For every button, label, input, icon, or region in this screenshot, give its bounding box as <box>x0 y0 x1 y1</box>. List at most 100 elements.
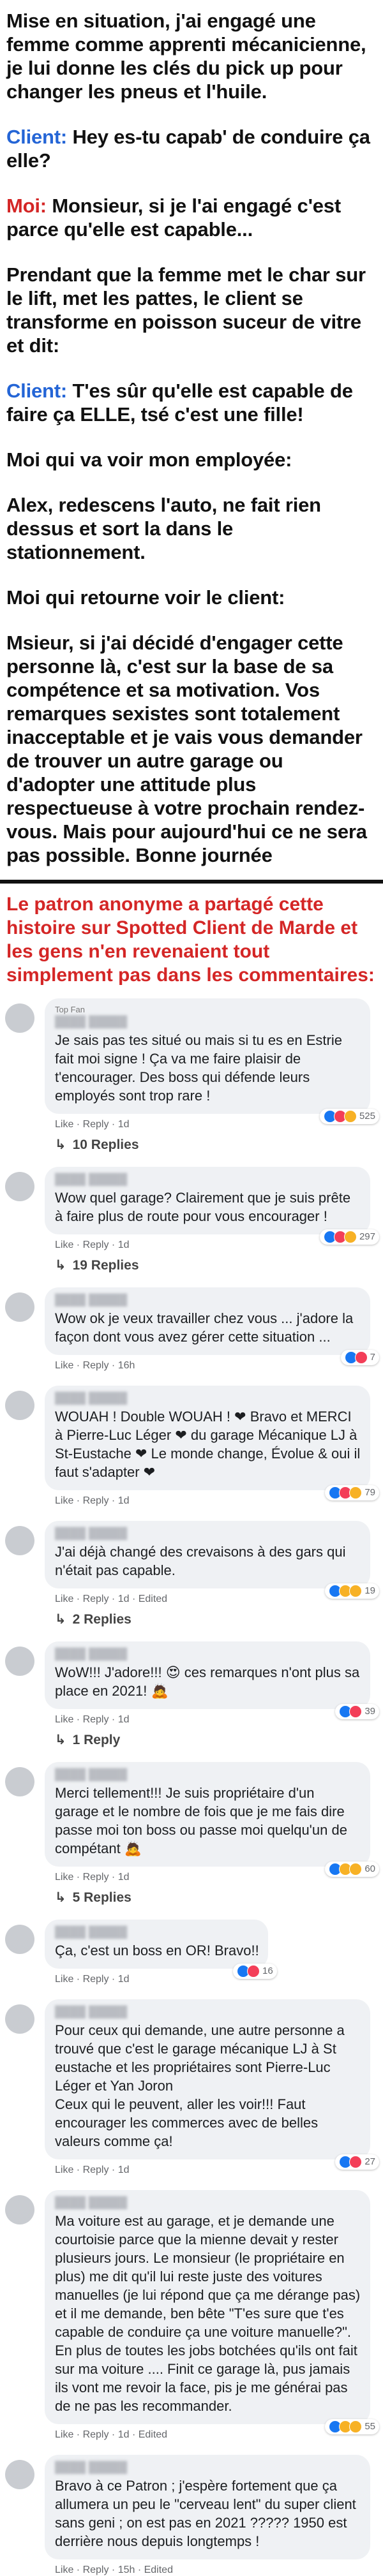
comment-bubble: Top Fan ████ █████ Je sais pas tes situé o… <box>45 998 379 1124</box>
divider <box>0 880 383 884</box>
comment-text: WOUAH ! Double WOUAH ! ❤ Bravo et MERCI … <box>55 1409 361 1480</box>
comment-text: J'ai déjà changé des crevaisons à des ga… <box>55 1544 346 1578</box>
comment-actions[interactable]: Like · Reply · 1d <box>55 2165 377 2176</box>
wow-reaction-icon <box>349 1863 363 1876</box>
avatar[interactable] <box>5 1526 34 1555</box>
commenter-name-redacted[interactable]: ████ █████ <box>55 2006 361 2018</box>
view-replies-link[interactable]: ↳ 1 Reply <box>55 1732 377 1748</box>
comment: ████ █████ Bravo à ce Patron ; j'espère f… <box>5 2455 377 2576</box>
reaction-count: 525 <box>359 1110 375 1121</box>
comment-bubble: ████ █████ WOUAH ! Double WOUAH ! ❤ Bravo… <box>45 1386 379 1500</box>
reaction-summary[interactable]: 16 <box>233 1964 277 1979</box>
avatar[interactable] <box>5 2460 34 2489</box>
avatar[interactable] <box>5 2004 34 2034</box>
view-replies-link[interactable]: ↳ 10 Replies <box>55 1137 377 1153</box>
commenter-name-redacted[interactable]: ████ █████ <box>55 1173 361 1186</box>
reaction-count: 19 <box>364 1585 375 1596</box>
comment-text: Merci tellement!!! Je suis propriétaire … <box>55 1785 347 1856</box>
comment-text: Wow ok je veux travailler chez vous ... … <box>55 1310 354 1345</box>
reaction-summary[interactable]: 297 <box>319 1229 379 1245</box>
commenter-name-redacted[interactable]: ████ █████ <box>55 1648 361 1661</box>
reaction-summary[interactable]: 60 <box>325 1862 379 1877</box>
comment-actions[interactable]: Like · Reply · 1d <box>55 1714 377 1726</box>
speaker-label: Client: <box>6 380 68 402</box>
reaction-count: 79 <box>364 1486 375 1498</box>
speaker-label: Moi: <box>6 195 47 217</box>
reaction-summary[interactable]: 7 <box>340 1350 379 1365</box>
view-replies-link[interactable]: ↳ 2 Replies <box>55 1611 377 1627</box>
replies-count-label: 10 Replies <box>72 1137 139 1152</box>
comment-actions[interactable]: Like · Reply · 16h <box>55 1360 377 1372</box>
comment-bubble: ████ █████ Ça, c'est un boss en OR! Bravo… <box>45 1920 277 1979</box>
reaction-summary[interactable]: 19 <box>325 1583 379 1599</box>
commenter-name-redacted[interactable]: ████ █████ <box>55 1294 361 1307</box>
comment-text: Je sais pas tes situé ou mais si tu es e… <box>55 1032 342 1104</box>
haha-reaction-icon <box>349 2420 363 2433</box>
comment-text: Wow quel garage? Clairement que je suis … <box>55 1190 351 1224</box>
commenter-name-redacted[interactable]: ████ █████ <box>55 1768 361 1781</box>
comment-bubble: ████ █████ WoW!!! J'adore!!! 😍 ces remarq… <box>45 1641 379 1719</box>
comment-actions[interactable]: Like · Reply · 1d <box>55 1974 377 1985</box>
avatar[interactable] <box>5 1647 34 1676</box>
commenter-name-redacted[interactable]: ████ █████ <box>55 2461 361 2474</box>
comment: ████ █████ Merci tellement!!! Je suis pro… <box>5 1762 379 1906</box>
commenter-name-redacted[interactable]: ████ █████ <box>55 1016 361 1028</box>
comment-text: Pour ceux qui demande, une autre personn… <box>55 2022 345 2149</box>
haha-reaction-icon <box>343 1231 357 1243</box>
story-paragraph: Msieur, si j'ai décidé d'engager cette p… <box>6 632 367 866</box>
comment-bubble: ████ █████ Pour ceux qui demande, une aut… <box>45 1999 379 2170</box>
reaction-summary[interactable]: 39 <box>335 1704 379 1719</box>
story: Mise en situation, j'ai engagé une femme… <box>0 0 383 867</box>
comment: ████ █████ Ma voiture est au garage, et j… <box>5 2190 379 2441</box>
heart-reaction-icon <box>349 2156 363 2168</box>
avatar[interactable] <box>5 1003 34 1033</box>
view-replies-link[interactable]: ↳ 5 Replies <box>55 1890 377 1906</box>
commenter-name-redacted[interactable]: ████ █████ <box>55 2196 361 2209</box>
wow-reaction-icon <box>349 1585 363 1597</box>
top-fan-badge: Top Fan <box>55 1005 85 1014</box>
comment: ████ █████ Pour ceux qui demande, une aut… <box>5 1999 379 2176</box>
comment-text: Ma voiture est au garage, et je demande … <box>55 2213 361 2414</box>
comment: ████ █████ J'ai déjà changé des crevaison… <box>5 1521 379 1627</box>
comment-actions[interactable]: Like · Reply · 15h · Edited <box>55 2565 377 2576</box>
avatar[interactable] <box>5 1391 34 1420</box>
view-replies-link[interactable]: ↳ 19 Replies <box>55 1257 377 1273</box>
reaction-count: 16 <box>262 1965 273 1976</box>
reaction-count: 55 <box>364 2420 375 2432</box>
reaction-summary[interactable]: 55 <box>325 2419 379 2434</box>
reply-arrow-icon: ↳ <box>55 1612 66 1627</box>
reaction-count: 7 <box>370 1351 375 1363</box>
reaction-count: 27 <box>364 2156 375 2167</box>
story-paragraph: Moi qui va voir mon employée: <box>6 448 292 471</box>
comment-bubble: ████ █████ Wow quel garage? Clairement qu… <box>45 1167 379 1245</box>
avatar[interactable] <box>5 2195 34 2224</box>
avatar[interactable] <box>5 1767 34 1796</box>
replies-count-label: 1 Reply <box>72 1733 121 1747</box>
replies-count-label: 19 Replies <box>72 1258 139 1273</box>
comment: ████ █████ Wow quel garage? Clairement qu… <box>5 1167 379 1273</box>
avatar[interactable] <box>5 1925 34 1954</box>
commenter-name-redacted[interactable]: ████ █████ <box>55 1926 259 1939</box>
commenter-name-redacted[interactable]: ████ █████ <box>55 1392 361 1405</box>
heart-reaction-icon <box>354 1351 368 1364</box>
speech-text: Monsieur, si je l'ai engagé c'est parce … <box>6 195 341 241</box>
comment: ████ █████ Ça, c'est un boss en OR! Bravo… <box>5 1920 377 1985</box>
story-paragraph: Moi qui retourne voir le client: <box>6 586 285 609</box>
comments-list: Top Fan ████ █████ Je sais pas tes situé o… <box>0 998 383 2576</box>
comment-bubble: ████ █████ Ma voiture est au garage, et j… <box>45 2190 379 2434</box>
avatar[interactable] <box>5 1172 34 1201</box>
reaction-summary[interactable]: 525 <box>319 1109 379 1124</box>
comment-bubble: ████ █████ J'ai déjà changé des crevaison… <box>45 1521 379 1599</box>
commenter-name-redacted[interactable]: ████ █████ <box>55 1527 361 1540</box>
reaction-summary[interactable]: 27 <box>335 2154 379 2170</box>
comment: ████ █████ WoW!!! J'adore!!! 😍 ces remarq… <box>5 1641 379 1748</box>
story-paragraph: Mise en situation, j'ai engagé une femme… <box>6 10 366 103</box>
reply-arrow-icon: ↳ <box>55 1137 66 1152</box>
avatar[interactable] <box>5 1292 34 1322</box>
story-paragraph: Moi: Monsieur, si je l'ai engagé c'est p… <box>6 194 377 241</box>
replies-count-label: 5 Replies <box>72 1890 131 1905</box>
care-reaction-icon <box>349 1486 363 1499</box>
comment-text: Bravo à ce Patron ; j'espère fortement q… <box>55 2478 356 2549</box>
reaction-summary[interactable]: 79 <box>325 1485 379 1500</box>
replies-count-label: 2 Replies <box>72 1612 131 1627</box>
